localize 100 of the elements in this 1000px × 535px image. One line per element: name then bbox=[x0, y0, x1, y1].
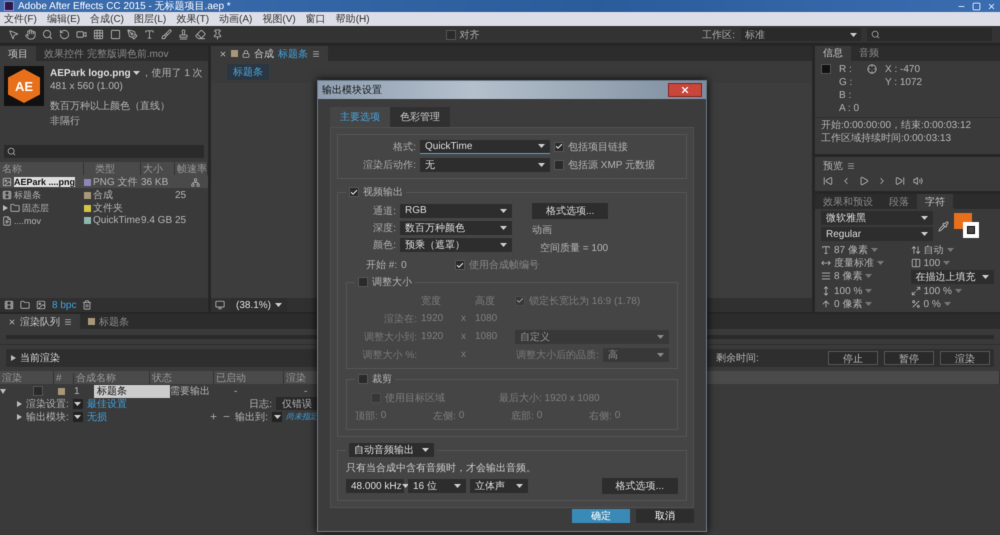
video-dropdown[interactable]: RGB bbox=[400, 204, 512, 218]
brush-icon[interactable] bbox=[161, 29, 172, 40]
queue-button[interactable]: 暂停 bbox=[884, 351, 934, 365]
film-icon[interactable] bbox=[2, 190, 12, 200]
menu-icon[interactable] bbox=[847, 162, 855, 170]
checkbox[interactable] bbox=[358, 374, 368, 384]
grid-icon[interactable] bbox=[93, 29, 104, 40]
leading-icon[interactable] bbox=[910, 245, 920, 255]
menu-icon[interactable] bbox=[64, 318, 72, 326]
first-frame-icon[interactable] bbox=[823, 176, 833, 186]
disclosure-triangle-icon[interactable] bbox=[16, 414, 22, 420]
pin-icon[interactable] bbox=[212, 29, 223, 40]
checkbox[interactable] bbox=[446, 30, 456, 40]
settings-dropdown[interactable] bbox=[72, 398, 83, 408]
dialog-tab[interactable]: 色彩管理 bbox=[390, 107, 450, 127]
project-row[interactable]: AEPark ....png PNG 文件 36 KB bbox=[0, 175, 208, 188]
checkbox[interactable] bbox=[33, 386, 43, 396]
checkbox[interactable] bbox=[515, 296, 525, 306]
log-dropdown[interactable]: 仅错误 bbox=[276, 397, 318, 410]
rotate-icon[interactable] bbox=[59, 29, 70, 40]
checkbox[interactable] bbox=[358, 277, 368, 287]
search-field[interactable] bbox=[4, 145, 204, 158]
search-icon[interactable] bbox=[7, 147, 16, 156]
eyedropper-icon[interactable] bbox=[938, 220, 949, 232]
menu-item[interactable]: 编辑(E) bbox=[46, 12, 80, 26]
menu-item[interactable]: 帮助(H) bbox=[336, 12, 370, 26]
project-row[interactable]: ....mov QuickTime9.4 GB 25 bbox=[0, 214, 208, 227]
project-row[interactable]: 固态层 文件夹 bbox=[0, 201, 208, 214]
menu-item[interactable]: 视图(V) bbox=[262, 12, 296, 26]
panel-tab[interactable]: 信息 bbox=[815, 46, 851, 61]
post-render-dropdown[interactable]: 无 bbox=[420, 158, 550, 172]
channels-dropdown[interactable]: 立体声 bbox=[470, 479, 528, 493]
video-dropdown[interactable]: 预乘（遮罩） bbox=[400, 238, 512, 252]
bit-depth-link[interactable]: 8 bpc bbox=[52, 300, 76, 310]
output-module-dropdown[interactable] bbox=[72, 412, 83, 422]
stroke-mode-dropdown[interactable]: 在描边上填充 bbox=[910, 270, 994, 284]
disclosure-triangle-icon[interactable] bbox=[2, 205, 8, 211]
bit-depth-dropdown[interactable]: 16 位 bbox=[408, 479, 466, 493]
panel-tab[interactable]: 字符 bbox=[917, 194, 953, 209]
video-dropdown[interactable]: 数百万种颜色 bbox=[400, 220, 512, 234]
format-options-button[interactable]: 格式选项... bbox=[532, 203, 608, 219]
trash-icon[interactable] bbox=[82, 300, 92, 310]
tsume-icon[interactable] bbox=[910, 299, 920, 309]
search-icon[interactable] bbox=[871, 30, 880, 39]
panel-tab[interactable]: 渲染队列 bbox=[0, 314, 80, 329]
dialog-button[interactable]: 取消 bbox=[636, 509, 694, 523]
menu-icon[interactable] bbox=[312, 50, 320, 58]
stroke-width-icon[interactable] bbox=[821, 271, 831, 281]
close-icon[interactable] bbox=[8, 318, 16, 326]
pointer-icon[interactable] bbox=[8, 29, 19, 40]
text-size-icon[interactable] bbox=[821, 245, 831, 255]
font-style-dropdown[interactable]: Regular bbox=[821, 227, 933, 241]
pen-icon[interactable] bbox=[127, 29, 138, 40]
kerning-icon[interactable] bbox=[821, 258, 831, 268]
play-icon[interactable] bbox=[859, 176, 869, 186]
text-icon[interactable] bbox=[144, 29, 155, 40]
format-dropdown[interactable]: QuickTime bbox=[420, 140, 550, 154]
lock-icon[interactable] bbox=[242, 50, 250, 58]
search-field[interactable] bbox=[867, 28, 992, 41]
queue-button[interactable]: 停止 bbox=[828, 351, 878, 365]
audio-output-dropdown[interactable]: 自动音频输出 bbox=[349, 443, 434, 457]
tracking-icon[interactable] bbox=[910, 258, 920, 268]
eraser-icon[interactable] bbox=[195, 29, 206, 40]
output-module-link[interactable]: 无损 bbox=[86, 410, 107, 424]
rectangle-icon[interactable] bbox=[110, 29, 121, 40]
camera-icon[interactable] bbox=[76, 29, 87, 40]
panel-tab[interactable]: 标题条 bbox=[80, 314, 137, 329]
project-row[interactable]: 标题条 合成 25 bbox=[0, 188, 208, 201]
baseline-shift-icon[interactable] bbox=[821, 299, 831, 309]
checkbox[interactable] bbox=[554, 142, 564, 152]
maximize-icon[interactable] bbox=[972, 2, 981, 10]
vertical-scale-icon[interactable] bbox=[821, 286, 831, 296]
flowchart-icon[interactable] bbox=[191, 178, 200, 186]
panel-tab[interactable]: 效果控件 完整版调色前.mov bbox=[36, 46, 176, 61]
last-frame-icon[interactable] bbox=[895, 176, 905, 186]
menu-item[interactable]: 合成(C) bbox=[90, 12, 124, 26]
image-file-icon[interactable] bbox=[2, 177, 12, 187]
speaker-icon[interactable] bbox=[913, 176, 923, 186]
workspace-dropdown[interactable]: 标准 bbox=[741, 28, 861, 41]
folder-icon[interactable] bbox=[20, 300, 30, 310]
output-to-dropdown[interactable] bbox=[272, 412, 282, 422]
stamp-icon[interactable] bbox=[178, 29, 189, 40]
disclosure-triangle-icon[interactable] bbox=[10, 355, 16, 361]
settings-link[interactable]: 最佳设置 bbox=[86, 396, 127, 410]
zoom-icon[interactable] bbox=[42, 29, 53, 40]
composition-icon[interactable] bbox=[4, 300, 14, 310]
add-icon[interactable] bbox=[209, 412, 218, 421]
folder-icon[interactable] bbox=[10, 203, 20, 213]
panel-tab[interactable]: 合成 标题条 bbox=[211, 46, 328, 61]
horizontal-scale-icon[interactable] bbox=[910, 286, 920, 296]
disclosure-triangle-icon[interactable] bbox=[0, 388, 6, 394]
color-swatches[interactable] bbox=[954, 213, 980, 239]
image-icon[interactable] bbox=[36, 300, 46, 310]
resize-quality-dropdown[interactable]: 高 bbox=[603, 348, 669, 362]
menu-item[interactable]: 文件(F) bbox=[4, 12, 37, 26]
menu-item[interactable]: 效果(T) bbox=[176, 12, 210, 26]
menu-item[interactable]: 动画(A) bbox=[219, 12, 252, 26]
panel-tab[interactable]: 效果和预设 bbox=[815, 194, 881, 209]
panel-tab[interactable]: 项目 bbox=[0, 46, 36, 61]
video-file-icon[interactable] bbox=[2, 216, 12, 226]
